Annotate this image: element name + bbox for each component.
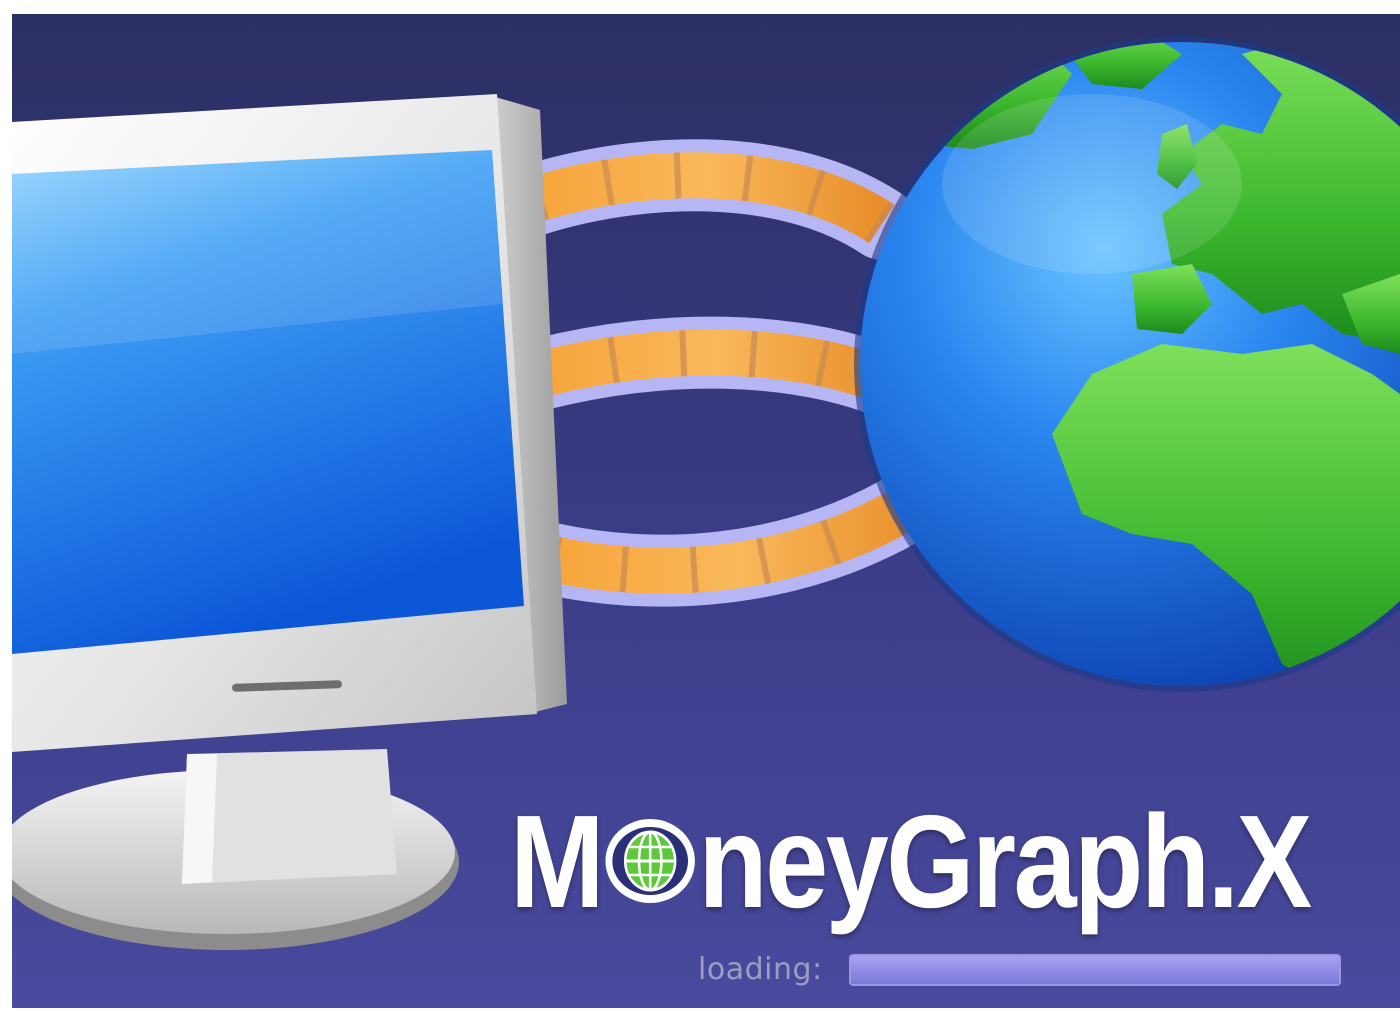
progress-fill <box>850 955 1339 984</box>
loading-indicator: loading: <box>698 952 1341 987</box>
progress-bar <box>848 953 1341 986</box>
eye-globe-icon <box>605 819 695 903</box>
logo-text-start: M <box>510 787 605 935</box>
globe-icon <box>854 36 1400 692</box>
app-logo: M neyGraph.X <box>510 786 1312 936</box>
logo-text-end: neyGraph.X <box>698 787 1312 935</box>
loading-label: loading: <box>698 952 823 987</box>
splash-screen: M neyGraph.X loading: <box>12 14 1400 1008</box>
computer-monitor-icon <box>12 94 567 950</box>
